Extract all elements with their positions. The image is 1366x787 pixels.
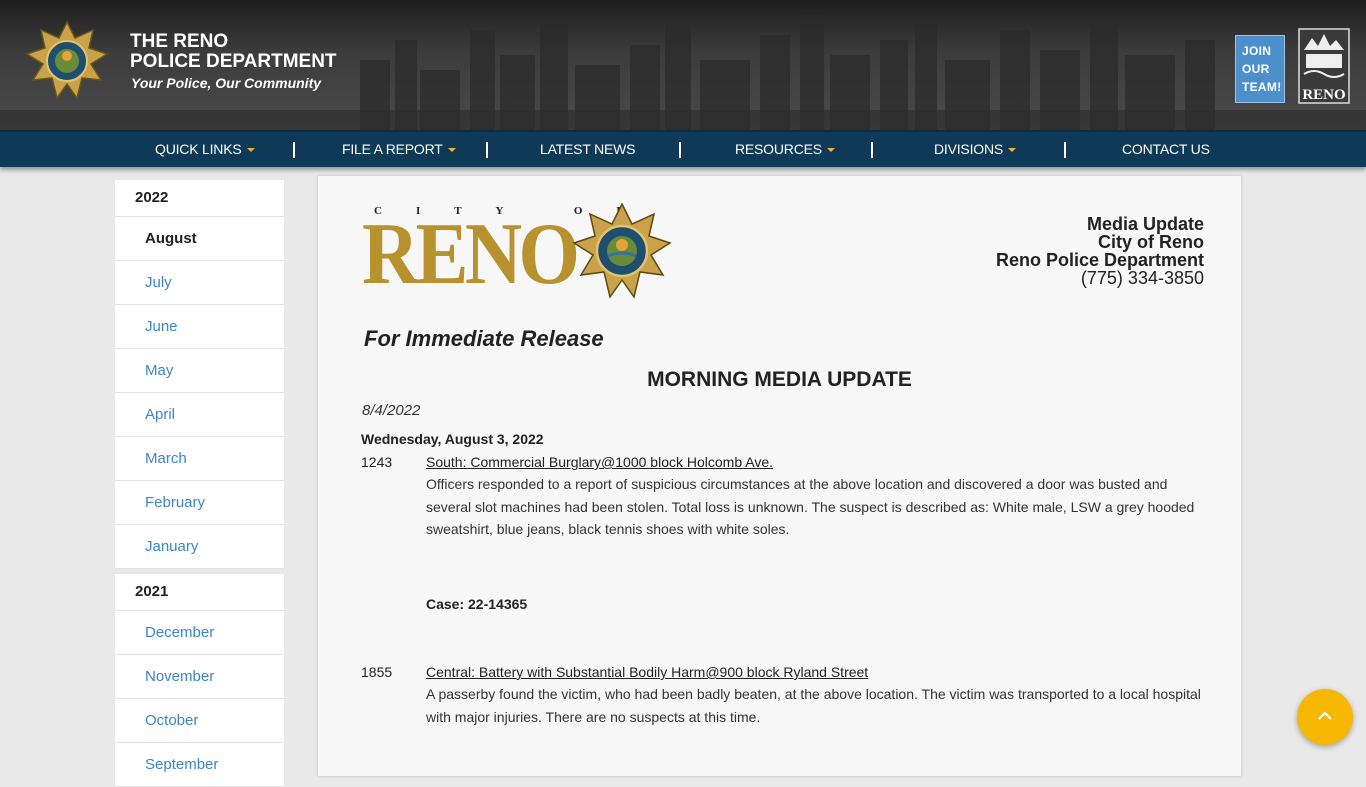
join-our-team-button[interactable]: JOIN OUR TEAM! xyxy=(1235,35,1285,103)
archive-month-march[interactable]: March xyxy=(115,437,284,481)
archive-month-august[interactable]: August xyxy=(115,217,284,261)
nav-separator xyxy=(486,142,488,158)
incident-description: A passerby found the victim, who had bee… xyxy=(426,686,1201,725)
media-city-label: City of Reno xyxy=(1098,232,1204,252)
chevron-up-icon xyxy=(1318,711,1332,720)
archive-year-2022[interactable]: 2022 xyxy=(115,180,284,217)
archive-month-january[interactable]: January xyxy=(115,525,284,569)
incident-time: 1855 xyxy=(361,664,393,680)
nav-resources[interactable]: RESOURCES xyxy=(735,141,835,157)
join-label-line2: OUR xyxy=(1242,62,1270,76)
article-heading: MORNING MEDIA UPDATE xyxy=(647,368,912,391)
join-label-line3: TEAM! xyxy=(1242,80,1282,94)
nav-divisions-label: DIVISIONS xyxy=(934,141,1003,157)
incident-time: 1243 xyxy=(361,454,393,470)
incident-description: Officers responded to a report of suspic… xyxy=(426,476,1195,537)
city-logo-text: RENO xyxy=(1302,87,1345,103)
main-navigation: QUICK LINKS FILE A REPORT LATEST NEWS RE… xyxy=(0,130,1366,167)
archive-year-2021[interactable]: 2021 xyxy=(115,574,284,611)
site-title-line2[interactable]: POLICE DEPARTMENT xyxy=(130,52,337,72)
archive-month-february[interactable]: February xyxy=(115,481,284,525)
incident-title-link[interactable]: Central: Battery with Substantial Bodily… xyxy=(426,664,868,680)
nav-contact-us[interactable]: CONTACT US xyxy=(1122,141,1210,157)
archive-month-june[interactable]: June xyxy=(115,305,284,349)
nav-separator xyxy=(871,142,873,158)
archive-month-may[interactable]: May xyxy=(115,349,284,393)
scroll-to-top-button[interactable] xyxy=(1297,689,1353,745)
archive-month-april[interactable]: April xyxy=(115,393,284,437)
release-label: For Immediate Release xyxy=(364,326,604,351)
nav-resources-label: RESOURCES xyxy=(735,141,822,157)
day-heading: Wednesday, August 3, 2022 xyxy=(361,431,544,447)
article-date: 8/4/2022 xyxy=(362,402,421,419)
caret-down-icon xyxy=(246,148,255,153)
nav-separator xyxy=(679,142,681,158)
nav-quick-links[interactable]: QUICK LINKS xyxy=(155,141,255,157)
nav-file-a-report[interactable]: FILE A REPORT xyxy=(342,141,456,157)
police-star-badge-icon[interactable] xyxy=(25,20,109,102)
incident-title-link[interactable]: South: Commercial Burglary@1000 block Ho… xyxy=(426,454,773,470)
site-title-line1[interactable]: THE RENO xyxy=(130,32,228,52)
media-update-label: Media Update xyxy=(1086,214,1204,234)
join-label-line1: JOIN xyxy=(1242,44,1272,58)
caret-down-icon xyxy=(447,148,456,153)
nav-contact-us-label: CONTACT US xyxy=(1122,141,1210,157)
archive-month-november[interactable]: November xyxy=(115,655,284,699)
nav-quick-links-label: QUICK LINKS xyxy=(155,141,242,157)
nav-separator xyxy=(293,142,295,158)
nav-latest-news[interactable]: LATEST NEWS xyxy=(540,141,636,157)
nav-divisions[interactable]: DIVISIONS xyxy=(934,141,1016,157)
archive-month-september[interactable]: September xyxy=(115,743,284,787)
nav-latest-news-label: LATEST NEWS xyxy=(540,141,636,157)
city-of-reno-logo-icon[interactable]: RENO xyxy=(1298,28,1350,104)
archive-month-december[interactable]: December xyxy=(115,611,284,655)
media-department-label: Reno Police Department xyxy=(995,250,1204,270)
media-contact-block: Media Update City of Reno Reno Police De… xyxy=(960,215,1204,287)
media-phone: (775) 334-3850 xyxy=(1080,268,1204,288)
archive-sidebar: 2022 August July June May April March Fe… xyxy=(115,180,284,787)
archive-month-july[interactable]: July xyxy=(115,261,284,305)
site-header: THE RENO POLICE DEPARTMENT Your Police, … xyxy=(0,0,1366,130)
incident-case-number: Case: 22-14365 xyxy=(426,596,528,612)
police-star-seal-icon xyxy=(572,202,672,299)
reno-wordmark: RENO xyxy=(362,206,580,303)
nav-separator xyxy=(1064,142,1066,158)
caret-down-icon xyxy=(826,148,835,153)
site-tagline: Your Police, Our Community xyxy=(131,75,322,91)
nav-file-a-report-label: FILE A REPORT xyxy=(342,141,443,157)
caret-down-icon xyxy=(1008,148,1016,153)
archive-month-october[interactable]: October xyxy=(115,699,284,743)
